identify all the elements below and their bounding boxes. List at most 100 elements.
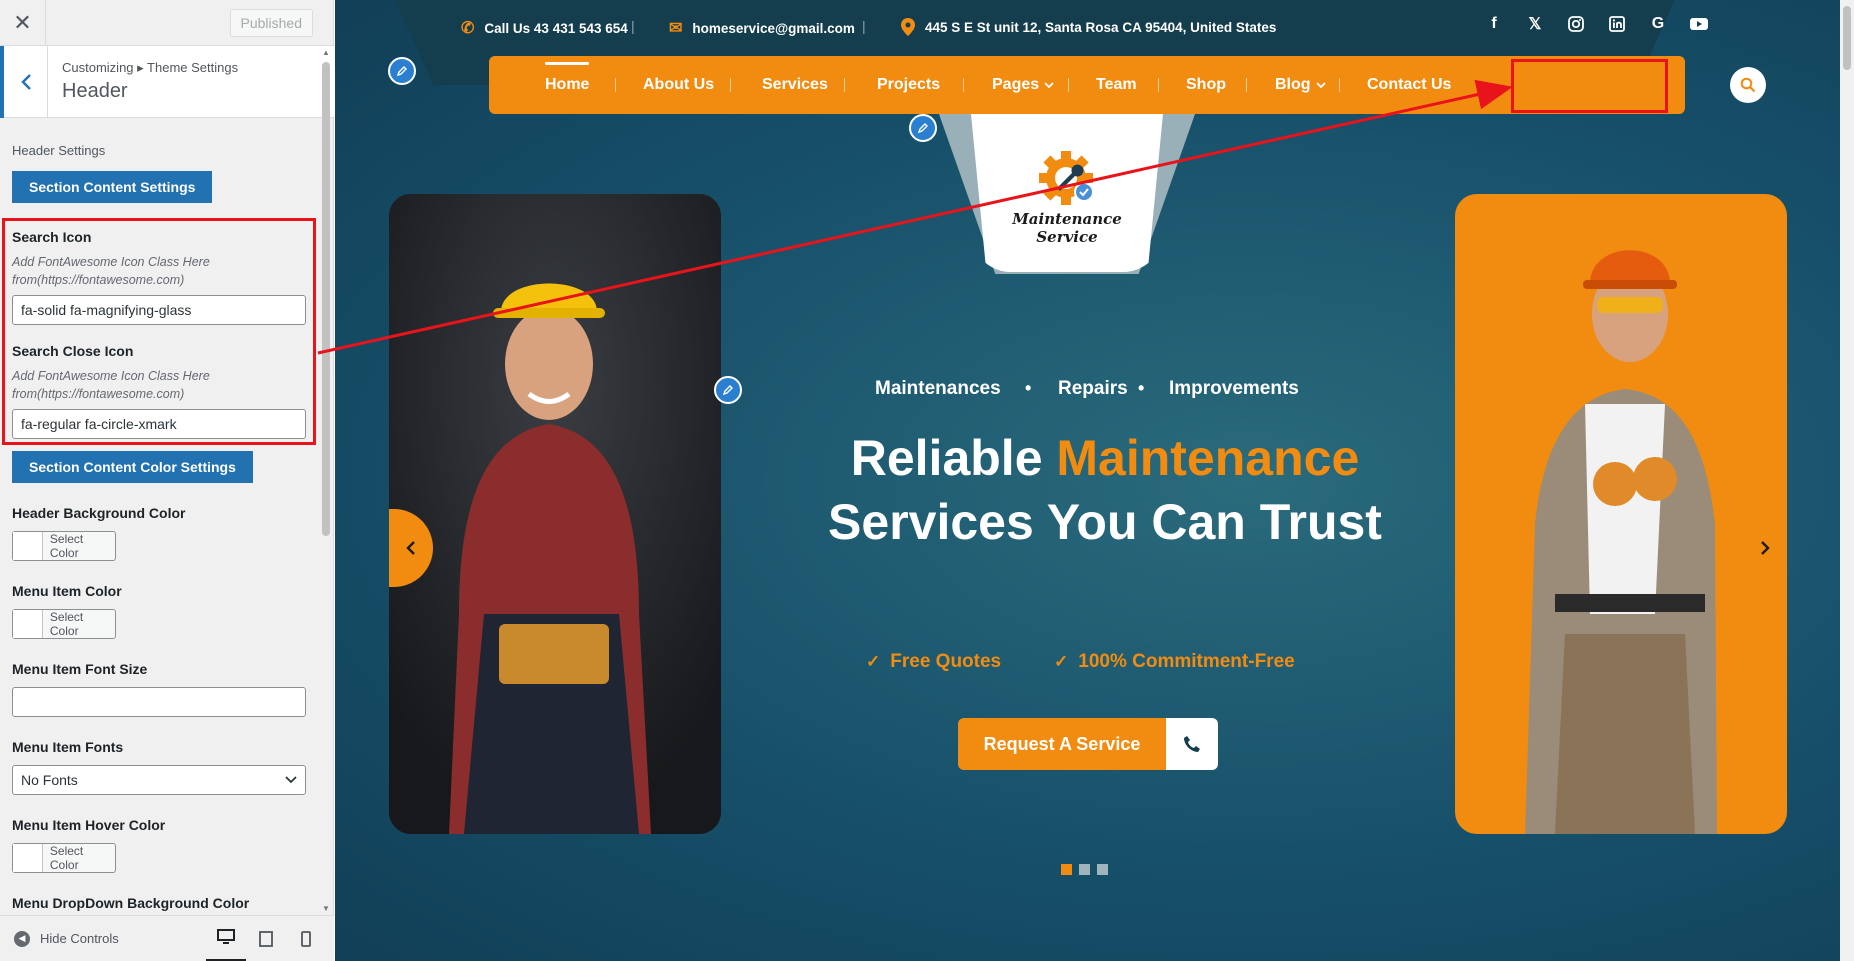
nav-divider: [844, 78, 845, 92]
magnifying-glass-icon: [1740, 77, 1756, 93]
tagline-dot: •: [1025, 378, 1032, 398]
request-service-label: Request A Service: [958, 718, 1166, 770]
contact-email[interactable]: ✉ homeservice@gmail.com: [669, 18, 855, 38]
header-background-color-picker[interactable]: Select Color: [12, 531, 116, 561]
slider-dot-2[interactable]: [1079, 864, 1090, 875]
hero-heading: Reliable Maintenance Services You Can Tr…: [828, 430, 1382, 550]
menu-dropdown-background-color-title: Menu DropDown Background Color: [12, 895, 250, 911]
nav-shop[interactable]: Shop: [1186, 56, 1226, 114]
menu-item-font-size-input[interactable]: [12, 687, 306, 717]
color-swatch: [13, 610, 43, 638]
slider-dot-1[interactable]: [1061, 864, 1072, 875]
chevron-left-icon: [20, 74, 31, 90]
search-icon-title: Search Icon: [12, 229, 92, 245]
edit-shortcut-logo[interactable]: [909, 114, 937, 142]
close-customizer-button[interactable]: ✕: [0, 0, 46, 46]
preview-scroll-thumb[interactable]: [1843, 6, 1851, 70]
site-preview: ✆ Call Us 43 431 543 654 | ✉ homeservice…: [335, 0, 1854, 961]
tablet-preview-button[interactable]: [246, 916, 286, 961]
slider-dot-3[interactable]: [1097, 864, 1108, 875]
feature-free-quotes: ✓ Free Quotes: [866, 651, 1002, 672]
mobile-icon: [301, 930, 311, 947]
chevron-down-icon: [285, 776, 297, 784]
envelope-icon: ✉: [669, 20, 683, 37]
nav-services[interactable]: Services: [762, 56, 828, 114]
nav-blog[interactable]: Blog: [1275, 56, 1326, 114]
sidebar-scroll-thumb[interactable]: [322, 62, 330, 536]
preview-scrollbar[interactable]: [1840, 0, 1854, 961]
chevron-left-icon: [406, 541, 415, 555]
facebook-icon[interactable]: f: [1484, 14, 1504, 34]
menu-item-fonts-value: No Fonts: [21, 772, 78, 788]
panel-breadcrumb: Customizing ▸ Theme Settings Header: [0, 46, 334, 118]
nav-divider: [615, 78, 616, 92]
nav-team[interactable]: Team: [1096, 56, 1137, 114]
contact-address[interactable]: 445 S E St unit 12, Santa Rosa CA 95404,…: [901, 18, 1276, 36]
menu-item-fonts-select[interactable]: No Fonts: [12, 765, 306, 795]
pencil-icon: [917, 123, 928, 134]
contact-separator: |: [631, 18, 635, 34]
chevron-down-icon: [1044, 81, 1054, 88]
nav-divider: [1068, 78, 1069, 92]
check-icon: ✓: [866, 652, 881, 671]
check-icon: ✓: [1054, 652, 1069, 671]
edit-shortcut-header[interactable]: [388, 57, 416, 85]
customizer-sidebar: ✕ Published Customizing ▸ Theme Settings…: [0, 0, 334, 961]
gear-wrench-logo-icon: [1039, 151, 1094, 205]
nav-pages[interactable]: Pages: [992, 56, 1054, 114]
construction-worker-image: [1525, 250, 1717, 834]
phone-icon: [1184, 736, 1200, 752]
nav-home[interactable]: Home: [545, 56, 590, 114]
contact-phone[interactable]: ✆ Call Us 43 431 543 654: [461, 18, 628, 38]
nav-projects[interactable]: Projects: [877, 56, 940, 114]
phone-call-button[interactable]: [1166, 718, 1218, 770]
hide-controls-icon[interactable]: ◀: [14, 930, 30, 947]
menu-item-color-picker[interactable]: Select Color: [12, 609, 116, 639]
scroll-up-arrow-icon[interactable]: ▲: [321, 48, 331, 58]
site-logo[interactable]: Maintenance Service: [939, 114, 1195, 274]
tagline-repairs: Repairs: [1058, 378, 1128, 399]
published-button[interactable]: Published: [229, 8, 313, 37]
main-navigation: Home About Us Services Projects Pages Te…: [489, 56, 1766, 114]
phone-icon: ✆: [461, 20, 475, 37]
menu-item-font-size-title: Menu Item Font Size: [12, 661, 148, 677]
feature-commitment-free: ✓ 100% Commitment-Free: [1054, 651, 1295, 672]
edit-shortcut-hero[interactable]: [714, 376, 742, 404]
search-close-icon-input[interactable]: fa-regular fa-circle-xmark: [12, 409, 306, 439]
section-content-settings-button[interactable]: Section Content Settings: [12, 171, 213, 203]
linkedin-icon[interactable]: [1607, 14, 1627, 34]
logo-text: Maintenance Service: [1012, 210, 1122, 246]
nav-contact-us[interactable]: Contact Us: [1367, 56, 1451, 114]
contact-separator: |: [862, 18, 866, 34]
sidebar-scrollbar[interactable]: ▲ ▼: [321, 48, 331, 914]
request-service-button[interactable]: Request A Service: [958, 718, 1218, 770]
google-icon[interactable]: G: [1648, 14, 1668, 34]
device-preview-toggles: [206, 916, 326, 961]
menu-item-hover-color-picker[interactable]: Select Color: [12, 843, 116, 873]
instagram-icon[interactable]: [1566, 14, 1586, 34]
scroll-down-arrow-icon[interactable]: ▼: [321, 904, 331, 914]
desktop-icon: [217, 929, 235, 944]
mobile-preview-button[interactable]: [286, 916, 326, 961]
chevron-down-icon: [1315, 81, 1326, 88]
x-twitter-icon[interactable]: 𝕏: [1525, 14, 1545, 34]
nav-about-us[interactable]: About Us: [643, 56, 714, 114]
hide-controls-button[interactable]: Hide Controls: [40, 931, 119, 946]
chevron-right-icon: [1761, 541, 1770, 555]
menu-item-color-title: Menu Item Color: [12, 583, 122, 599]
back-button[interactable]: [0, 46, 48, 118]
nav-divider: [1246, 78, 1247, 92]
header-background-color-title: Header Background Color: [12, 505, 186, 521]
header-search-button[interactable]: [1730, 67, 1766, 103]
select-color-label: Select Color: [49, 610, 84, 638]
section-content-color-settings-button[interactable]: Section Content Color Settings: [12, 451, 253, 483]
hero-tagline: Maintenances • Repairs • Improvements: [875, 378, 1395, 404]
desktop-preview-button[interactable]: [206, 916, 246, 961]
pencil-icon: [396, 66, 407, 77]
select-color-label: Select Color: [49, 844, 84, 872]
tagline-maintenances: Maintenances: [875, 378, 1001, 399]
youtube-icon[interactable]: [1689, 14, 1709, 34]
header-settings-label: Header Settings: [12, 143, 106, 158]
search-icon-input[interactable]: fa-solid fa-magnifying-glass: [12, 295, 306, 325]
select-color-label: Select Color: [49, 532, 84, 560]
